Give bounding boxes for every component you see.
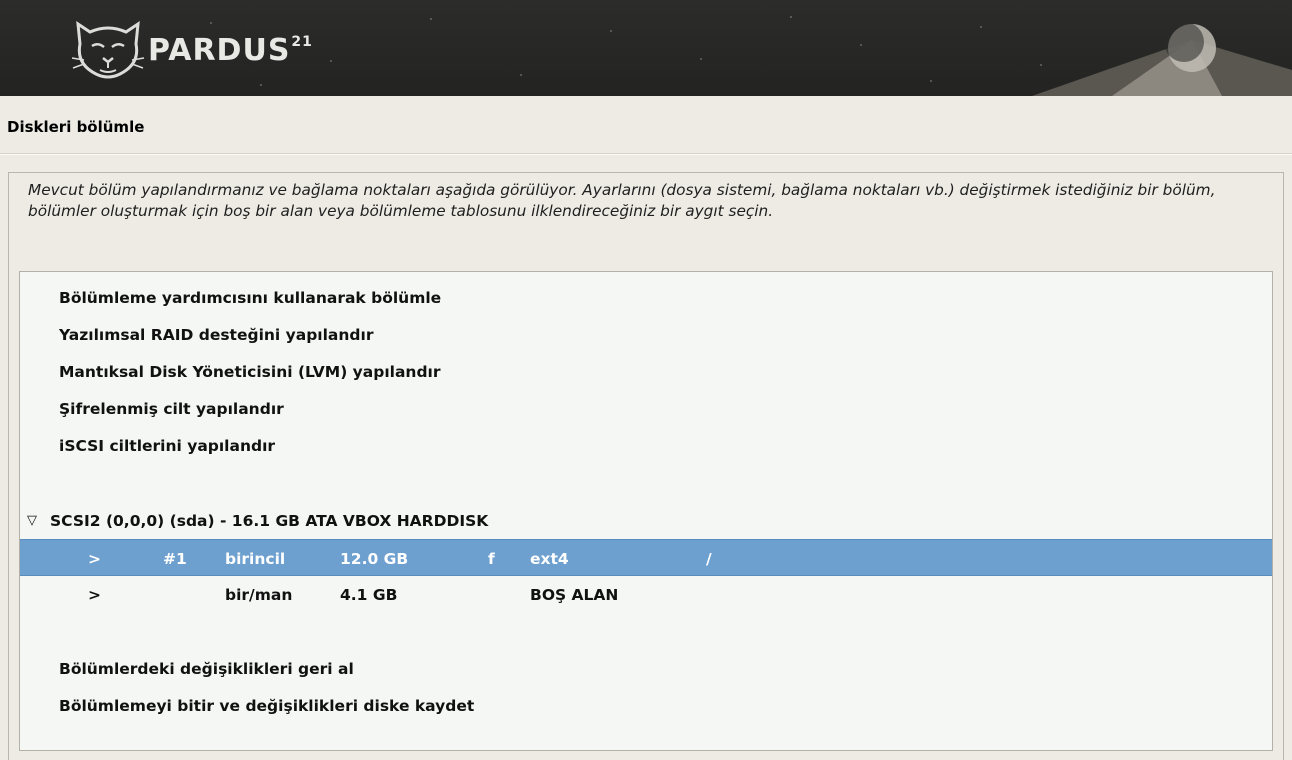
lvm-option[interactable]: Mantıksal Disk Yöneticisini (LVM) yapıla… (20, 353, 1272, 390)
undo-changes-option[interactable]: Bölümlerdeki değişiklikleri geri al (20, 650, 1272, 687)
partition-type: birincil (225, 549, 286, 568)
logo-version: 21 (291, 33, 313, 50)
partition-mountpoint: / (706, 549, 712, 568)
page-title: Diskleri bölümle (7, 118, 145, 136)
instructions-text: Mevcut bölüm yapılandırmanız ve bağlama … (28, 181, 1216, 220)
partition-flag: f (488, 549, 495, 568)
pardus-logo: PARDUS21 (70, 14, 313, 80)
partition-row-free[interactable]: > bir/man 4.1 GB BOŞ ALAN (20, 576, 1272, 613)
partition-row-1[interactable]: > #1 birincil 12.0 GB f ext4 / (20, 539, 1272, 576)
software-raid-option[interactable]: Yazılımsal RAID desteğini yapılandır (20, 316, 1272, 353)
iscsi-option[interactable]: iSCSI ciltlerini yapılandır (20, 427, 1272, 464)
encrypted-volume-option[interactable]: Şifrelenmiş cilt yapılandır (20, 390, 1272, 427)
finish-partitioning-option[interactable]: Bölümlemeyi bitir ve değişiklikleri disk… (20, 687, 1272, 724)
pardus-cat-icon (71, 20, 145, 79)
partition-list[interactable]: Bölümleme yardımcısını kullanarak bölüml… (19, 271, 1273, 751)
logo-wordmark: PARDUS (148, 32, 291, 68)
expand-arrow-icon: > (88, 585, 101, 604)
collapse-triangle-icon[interactable]: ▽ (27, 513, 37, 528)
mountain-moon-graphic (1032, 22, 1292, 96)
expand-arrow-icon: > (88, 549, 101, 568)
header-banner: PARDUS21 (0, 0, 1292, 96)
logo-text: PARDUS21 (148, 33, 313, 68)
guided-partitioning-option[interactable]: Bölümleme yardımcısını kullanarak bölüml… (20, 279, 1272, 316)
partition-filesystem: ext4 (530, 549, 569, 568)
title-divider (0, 153, 1292, 155)
partition-number: #1 (163, 549, 187, 568)
partition-filesystem: BOŞ ALAN (530, 585, 619, 604)
partition-type: bir/man (225, 585, 293, 604)
disk-label: SCSI2 (0,0,0) (sda) - 16.1 GB ATA VBOX H… (50, 511, 489, 530)
partition-size: 4.1 GB (340, 585, 398, 604)
partition-size: 12.0 GB (340, 549, 409, 568)
disk-sda-row[interactable]: ▽ SCSI2 (0,0,0) (sda) - 16.1 GB ATA VBOX… (20, 502, 1272, 539)
